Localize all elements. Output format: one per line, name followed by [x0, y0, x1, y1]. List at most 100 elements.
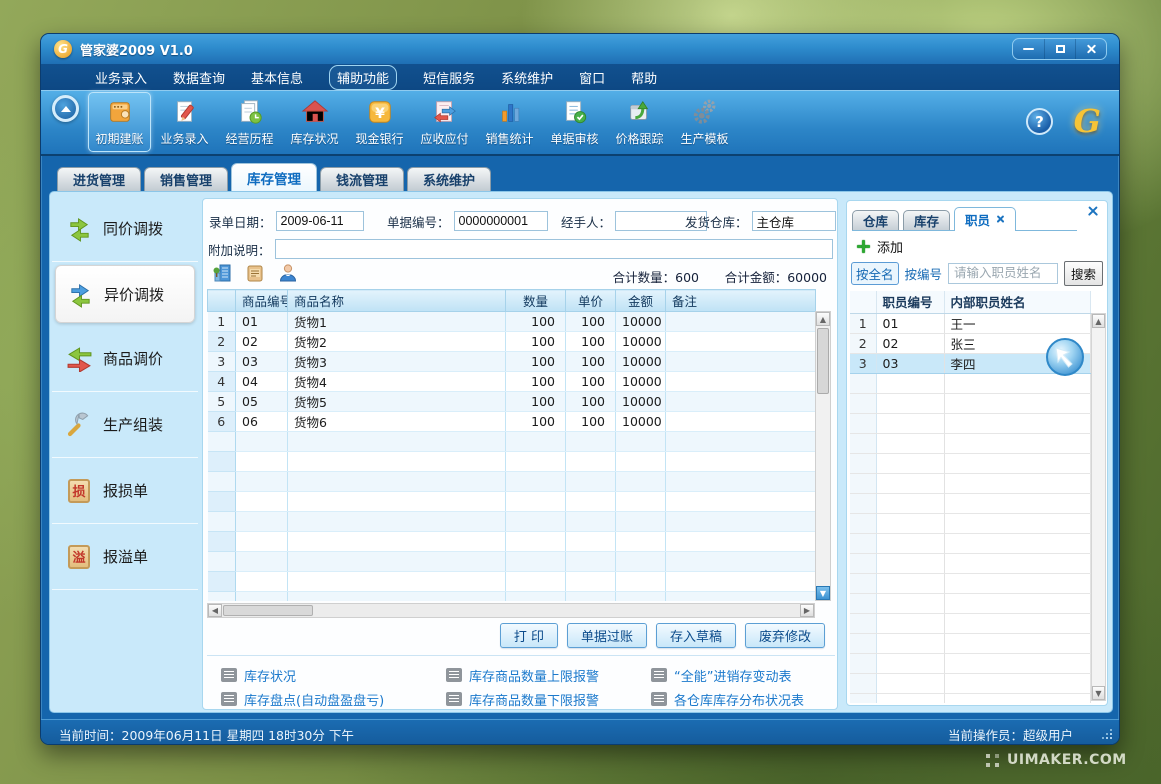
- empty-row: [850, 693, 1090, 703]
- item-row[interactable]: 4 04 货物4 100 100 10000: [208, 372, 816, 392]
- menu-item-business-entry[interactable]: 业务录入: [95, 68, 147, 87]
- scroll-left-button[interactable]: ◀: [208, 604, 222, 617]
- person-icon[interactable]: [278, 263, 298, 283]
- warehouse-building-icon[interactable]: [212, 263, 232, 283]
- tab-cashflow[interactable]: 钱流管理: [320, 167, 404, 191]
- link-stocktake-auto[interactable]: 库存盘点(自动盘盈盘亏): [221, 690, 432, 709]
- side-tab-staff[interactable]: 职员: [954, 207, 1016, 231]
- menu-item-basic-info[interactable]: 基本信息: [251, 68, 303, 87]
- item-row[interactable]: 2 02 货物2 100 100 10000: [208, 332, 816, 352]
- sidebar-item-same-price-transfer[interactable]: 同价调拨: [52, 196, 198, 262]
- scroll-up-button[interactable]: ▲: [1092, 314, 1105, 328]
- menu-item-data-query[interactable]: 数据查询: [173, 68, 225, 87]
- link-allround-movement-table[interactable]: “全能”进销存变动表: [651, 666, 835, 685]
- toolbar-button-sales-stats[interactable]: 销售统计: [478, 92, 541, 152]
- link-inventory-status[interactable]: 库存状况: [221, 666, 432, 685]
- item-row[interactable]: 6 06 货物6 100 100 10000: [208, 412, 816, 432]
- sidebar-item-overflow-report[interactable]: 溢 报溢单: [52, 524, 198, 590]
- search-by-name-toggle[interactable]: 按全名: [851, 262, 899, 285]
- add-label: 添加: [877, 237, 903, 256]
- amount-cell: 10000: [616, 392, 666, 412]
- title-bar[interactable]: G 管家婆2009 V1.0: [41, 34, 1119, 64]
- report-links: 库存状况 库存商品数量上限报警 “全能”进销存变动表 库存盘点(自动盘盈盘亏) …: [207, 655, 835, 711]
- tab-system[interactable]: 系统维护: [407, 167, 491, 191]
- row-number-cell: 3: [208, 352, 236, 372]
- post-document-button[interactable]: 单据过账: [567, 623, 647, 648]
- scroll-down-button[interactable]: ▼: [1092, 686, 1105, 700]
- tab-close-icon[interactable]: [996, 215, 1005, 224]
- collapse-toolbar-button[interactable]: [52, 95, 79, 122]
- toolbar-button-cash-bank[interactable]: ¥ 现金银行: [348, 92, 411, 152]
- sidebar-item-price-adjust[interactable]: 商品调价: [52, 326, 198, 392]
- toolbar-label: 价格跟踪: [615, 130, 663, 147]
- toolbar-button-operation-history[interactable]: 经营历程: [218, 92, 281, 152]
- empty-row: [850, 493, 1090, 513]
- sidebar-item-loss-report[interactable]: 损 报损单: [52, 458, 198, 524]
- item-row[interactable]: 1 01 货物1 100 100 10000: [208, 312, 816, 332]
- toolbar-label: 单据审核: [550, 130, 598, 147]
- staff-vertical-scrollbar[interactable]: ▲ ▼: [1091, 313, 1106, 701]
- menu-item-help[interactable]: 帮助: [631, 68, 657, 87]
- empty-row: [208, 452, 816, 472]
- save-draft-button[interactable]: 存入草稿: [656, 623, 736, 648]
- staff-row[interactable]: 1 01 王一: [850, 313, 1090, 333]
- toolbar-button-price-tracking[interactable]: 价格跟踪: [608, 92, 671, 152]
- report-list-icon: [221, 668, 237, 682]
- warehouse-field[interactable]: [752, 211, 836, 231]
- side-panel-close-button[interactable]: [1086, 204, 1100, 218]
- doc-no-field[interactable]: [454, 211, 548, 231]
- items-vertical-scrollbar[interactable]: ▲ ▼: [815, 311, 831, 601]
- items-horizontal-scrollbar[interactable]: ◀ ▶: [207, 603, 815, 618]
- tab-sales[interactable]: 销售管理: [144, 167, 228, 191]
- toolbar-button-receivables-payables[interactable]: 应收应付: [413, 92, 476, 152]
- menu-item-window[interactable]: 窗口: [579, 68, 605, 87]
- link-warehouse-distribution[interactable]: 各仓库库存分布状况表: [651, 690, 835, 709]
- search-by-code-toggle[interactable]: 按编号: [905, 264, 943, 283]
- menu-item-auxiliary[interactable]: 辅助功能: [329, 65, 397, 90]
- handler-label: 经手人：: [561, 212, 611, 231]
- minimize-button[interactable]: [1013, 39, 1044, 59]
- scroll-down-button[interactable]: ▼: [816, 586, 830, 600]
- toolbar-button-production-template[interactable]: 生产模板: [673, 92, 736, 152]
- hscroll-thumb[interactable]: [223, 605, 313, 616]
- sidebar-item-diff-price-transfer[interactable]: 异价调拨: [55, 265, 195, 323]
- toolbar-button-initial-setup[interactable]: 初期建账: [88, 92, 151, 152]
- note-field[interactable]: [275, 239, 833, 259]
- discard-changes-button[interactable]: 废弃修改: [745, 623, 825, 648]
- resize-grip[interactable]: [1098, 727, 1112, 739]
- item-row[interactable]: 3 03 货物3 100 100 10000: [208, 352, 816, 372]
- search-button[interactable]: 搜索: [1064, 261, 1103, 286]
- price-adjust-icon: [65, 345, 93, 373]
- help-button[interactable]: ?: [1026, 108, 1053, 135]
- link-stock-lower-limit-alarm[interactable]: 库存商品数量下限报警: [446, 690, 637, 709]
- menu-item-system-maintenance[interactable]: 系统维护: [501, 68, 553, 87]
- maximize-button[interactable]: [1044, 39, 1075, 59]
- date-field[interactable]: [276, 211, 364, 231]
- toolbar-label: 经营历程: [225, 130, 273, 147]
- tab-purchase[interactable]: 进货管理: [57, 167, 141, 191]
- side-tab-inventory[interactable]: 库存: [903, 210, 950, 230]
- scroll-thumb[interactable]: [817, 328, 829, 394]
- item-row[interactable]: 5 05 货物5 100 100 10000: [208, 392, 816, 412]
- tab-inventory[interactable]: 库存管理: [231, 163, 317, 191]
- menu-item-sms-service[interactable]: 短信服务: [423, 68, 475, 87]
- close-button[interactable]: [1075, 39, 1106, 59]
- sidebar-item-production-assembly[interactable]: 生产组装: [52, 392, 198, 458]
- maximize-icon: [1056, 45, 1065, 53]
- link-stock-upper-limit-alarm[interactable]: 库存商品数量上限报警: [446, 666, 637, 685]
- goods-box-icon[interactable]: [245, 263, 265, 283]
- side-tab-warehouse[interactable]: 仓库: [852, 210, 899, 230]
- item-code-cell: 02: [236, 332, 288, 352]
- print-button[interactable]: 打 印: [500, 623, 558, 648]
- toolbar-button-business-entry[interactable]: 业务录入: [153, 92, 216, 152]
- toolbar-button-inventory-status[interactable]: 库存状况: [283, 92, 346, 152]
- menu-bar: 业务录入 数据查询 基本信息 辅助功能 短信服务 系统维护 窗口 帮助: [41, 64, 1119, 90]
- add-staff-button[interactable]: 添加: [857, 237, 903, 256]
- sidebar: 同价调拨 异价调拨 商品调价: [52, 196, 198, 710]
- staff-name-cell: 王一: [944, 313, 1090, 333]
- staff-search-input[interactable]: [948, 263, 1058, 284]
- toolbar-button-doc-audit[interactable]: 单据审核: [543, 92, 606, 152]
- scroll-up-button[interactable]: ▲: [816, 312, 830, 326]
- empty-row: [208, 472, 816, 492]
- scroll-right-button[interactable]: ▶: [800, 604, 814, 617]
